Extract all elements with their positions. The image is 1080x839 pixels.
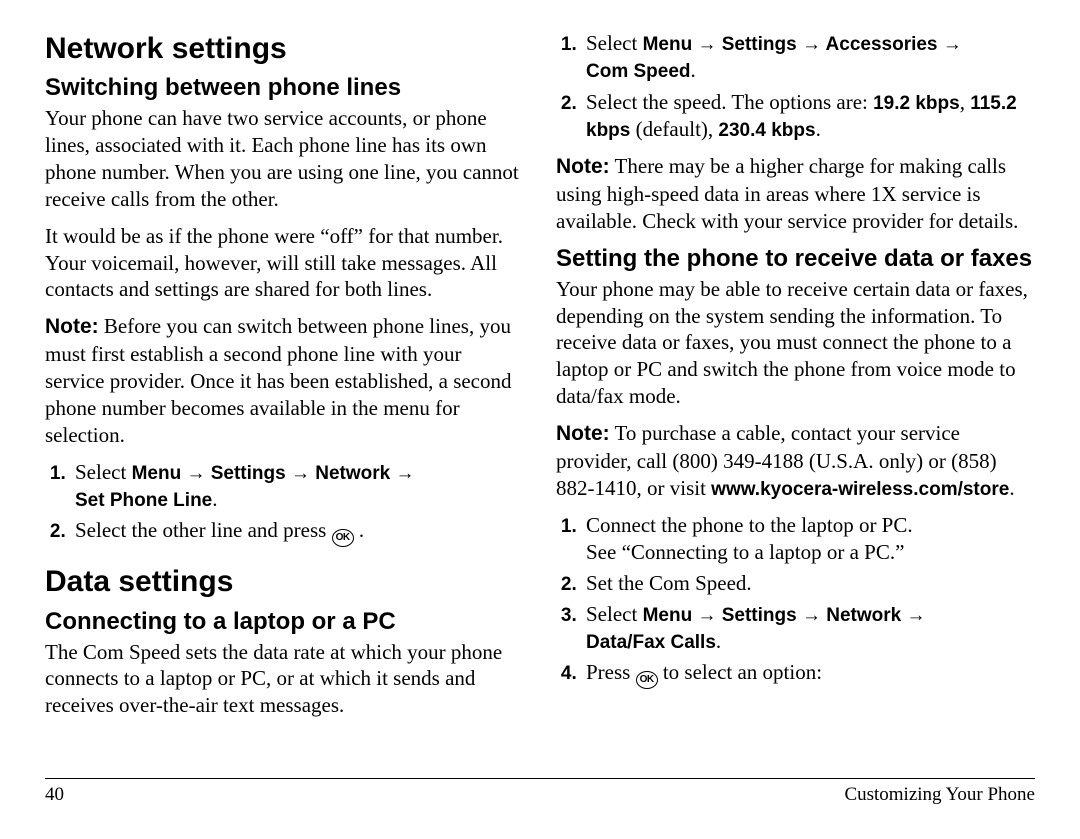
para-com-speed: The Com Speed sets the data rate at whic… [45,639,524,720]
heading-data-settings: Data settings [45,563,524,601]
cs-step-2-post: . [816,117,821,141]
steps-com-speed: Select Menu → Settings → Accessories → C… [556,30,1035,143]
r-step-1a: Connect the phone to the laptop or PC. [586,513,913,537]
r-step-4-pre: Press [586,660,636,684]
cs-step-1-pre: Select [586,31,643,55]
para-speed-note: Note: There may be a higher charge for m… [556,153,1035,235]
manual-page: Network settings Switching between phone… [0,0,1080,839]
step-2-pre: Select the other line and press [75,518,332,542]
steps-receive-data: Connect the phone to the laptop or PC. S… [556,512,1035,689]
ok-icon: OK [332,529,354,547]
step-2: Select the other line and press OK . [71,517,524,547]
cs-step-2: Select the speed. The options are: 19.2 … [582,89,1035,144]
para-cable-note: Note: To purchase a cable, contact your … [556,420,1035,502]
page-footer: 40 Customizing Your Phone [45,778,1035,807]
r-step-3: Select Menu → Settings → Network → Data/… [582,601,1035,656]
step-1-post: . [212,487,217,511]
note-speed-body: There may be a higher charge for making … [556,154,1018,233]
two-column-body: Network settings Switching between phone… [45,30,1035,770]
cable-note-post: . [1009,476,1014,500]
cs-sep-1: , [960,90,971,114]
step-1: Select Menu → Settings → Network → Set P… [71,459,524,514]
para-receive-intro: Your phone may be able to receive certai… [556,276,1035,410]
section-title: Customizing Your Phone [844,783,1035,807]
para-switch-1: Your phone can have two service accounts… [45,105,524,213]
page-number: 40 [45,783,64,807]
steps-switch-line: Select Menu → Settings → Network → Set P… [45,459,524,548]
para-switch-note: Note: Before you can switch between phon… [45,313,524,448]
heading-switching-lines: Switching between phone lines [45,74,524,103]
r-step-3-post: . [716,629,721,653]
note-label: Note: [556,155,610,178]
r-step-4-post: to select an option: [663,660,822,684]
ok-icon: OK [636,671,658,689]
r-step-1: Connect the phone to the laptop or PC. S… [582,512,1035,566]
speed-19-2: 19.2 kbps [873,93,960,114]
r-step-1b: See “Connecting to a laptop or a PC.” [586,540,904,564]
r-step-3-pre: Select [586,602,643,626]
cs-sep-2: (default), [630,117,718,141]
store-url: www.kyocera-wireless.com/store [711,479,1009,500]
note-body: Before you can switch between phone line… [45,314,512,447]
cs-step-1-post: . [691,58,696,82]
cs-step-2-pre: Select the speed. The options are: [586,90,873,114]
r-step-4: Press OK to select an option: [582,659,1035,689]
step-2-post: . [354,518,365,542]
heading-receive-data-fax: Setting the phone to receive data or fax… [556,245,1035,274]
speed-230-4: 230.4 kbps [718,120,815,141]
step-1-pre: Select [75,460,132,484]
heading-network-settings: Network settings [45,30,524,68]
note-label: Note: [45,315,99,338]
note-label: Note: [556,422,610,445]
heading-connecting-pc: Connecting to a laptop or a PC [45,608,524,637]
r-step-2: Set the Com Speed. [582,570,1035,597]
menu-path-com-speed: Menu → Settings → Accessories → Com Spee… [586,34,962,82]
para-switch-2: It would be as if the phone were “off” f… [45,223,524,304]
cs-step-1: Select Menu → Settings → Accessories → C… [582,30,1035,85]
